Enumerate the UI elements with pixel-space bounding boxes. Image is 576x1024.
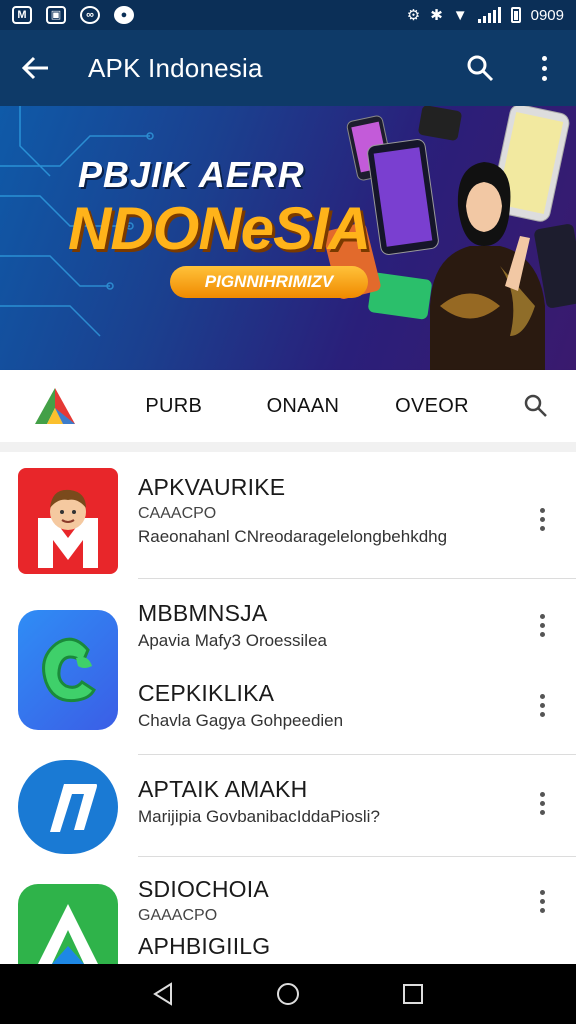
banner-cta-button[interactable]: PIGNNIHRIMIZV: [170, 266, 368, 298]
battery-icon: [510, 7, 521, 23]
home-circle-icon[interactable]: [258, 964, 318, 1024]
app-title-secondary: APHBIGIILG: [138, 933, 271, 959]
app-title: SDIOCHOIA: [138, 876, 269, 902]
divider: [138, 856, 576, 857]
app-description: Raeonahanl CNreodaragelelongbehkdhg: [138, 527, 448, 546]
app-category: CAAACPO: [138, 505, 217, 522]
green-c-icon[interactable]: [18, 610, 118, 730]
app-list: APKVAURIKE CAAACPO Raeonahanl CNreodarag…: [0, 452, 576, 964]
more-vert-icon[interactable]: [536, 694, 548, 717]
section-gap: [0, 442, 576, 452]
message-icon: ∞: [80, 6, 100, 24]
app-title: CEPKIKLIKA: [138, 680, 275, 706]
search-icon[interactable]: [497, 394, 576, 418]
banner-headline-2: NDONeSIA: [68, 195, 371, 262]
search-icon[interactable]: [448, 30, 512, 106]
gmail-icon: M: [12, 6, 32, 24]
list-item-text[interactable]: APKVAURIKE CAAACPO Raeonahanl CNreodarag…: [138, 474, 447, 547]
bluetooth-icon: ✱: [430, 7, 443, 24]
app-title: APKVAURIKE: [138, 474, 286, 500]
blue-n-icon[interactable]: [18, 760, 118, 854]
music-icon: ●: [114, 6, 134, 24]
app-bar: APK Indonesia: [0, 30, 576, 106]
app-description: Chavla Gagya Gohpeedien: [138, 711, 344, 730]
more-vert-icon[interactable]: [536, 614, 548, 637]
tab-purb[interactable]: PURB: [109, 395, 238, 418]
divider: [138, 578, 576, 579]
more-vert-icon[interactable]: [536, 508, 548, 531]
more-vert-icon[interactable]: [536, 792, 548, 815]
list-item-text[interactable]: CEPKIKLIKA Chavla Gagya Gohpeedien: [138, 680, 343, 731]
app-title: MBBMNSJA: [138, 600, 268, 626]
tab-bar: PURB ONAAN OVEOR: [0, 370, 576, 442]
more-vert-icon[interactable]: [512, 30, 576, 106]
app-title: APTAIK AMAKH: [138, 776, 308, 802]
arrow-left-icon[interactable]: [0, 30, 72, 106]
banner-headline-1: PBJIK AERR: [78, 154, 305, 195]
tab-oveor[interactable]: OVEOR: [367, 395, 496, 418]
list-item-text[interactable]: MBBMNSJA Apavia Mafy3 Oroessilea: [138, 600, 327, 651]
list-item-text[interactable]: SDIOCHOIA GAAACPO APHBIGIILG: [138, 876, 270, 960]
red-avatar-m-icon[interactable]: [18, 468, 118, 574]
green-a-icon[interactable]: [18, 884, 118, 964]
list-item-text[interactable]: APTAIK AMAKH Marijipia GovbanibacIddaPio…: [138, 776, 380, 827]
signal-icon: [477, 7, 501, 23]
page-title: APK Indonesia: [88, 52, 263, 83]
back-triangle-icon[interactable]: [133, 964, 193, 1024]
tab-onaan[interactable]: ONAAN: [238, 395, 367, 418]
play-triangle-logo[interactable]: [0, 370, 109, 442]
sim-icon: ▣: [46, 6, 66, 24]
app-description: Marijipia GovbanibacIddaPiosli?: [138, 807, 380, 826]
app-category: GAAACPO: [138, 907, 218, 924]
recents-square-icon[interactable]: [383, 964, 443, 1024]
clock: 0909: [530, 6, 564, 24]
status-bar: M ▣ ∞ ● ⚙ ✱ ▼ 0909: [0, 0, 576, 30]
promo-banner[interactable]: PBJIK AERR NDONeSIA PIGNNIHRIMIZV: [0, 106, 576, 370]
vibrate-icon: ⚙: [406, 7, 421, 24]
app-description: Apavia Mafy3 Oroessilea: [138, 631, 327, 650]
divider: [138, 754, 576, 755]
wifi-icon: ▼: [452, 6, 468, 24]
more-vert-icon[interactable]: [536, 890, 548, 913]
system-nav-bar: [0, 964, 576, 1024]
